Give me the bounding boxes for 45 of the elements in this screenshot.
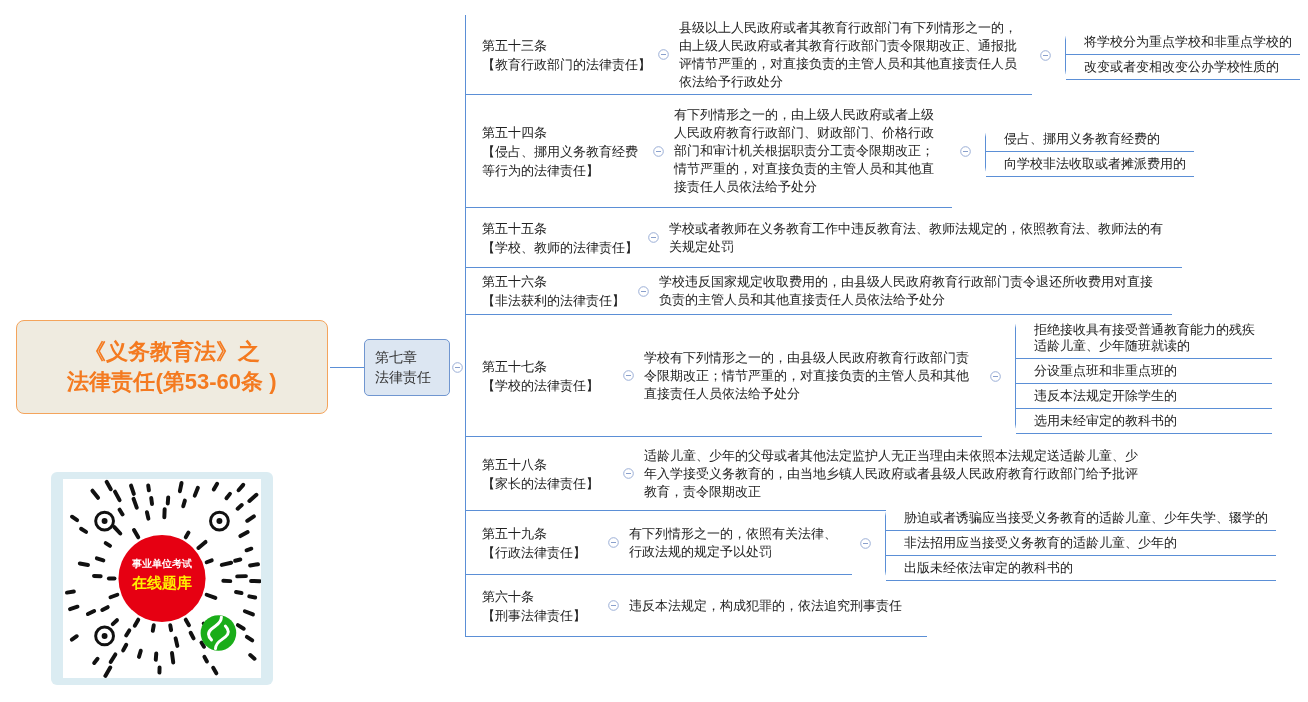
collapse-icon[interactable] (960, 146, 971, 157)
article-number[interactable]: 第五十六条 (482, 272, 547, 291)
collapse-icon[interactable] (638, 285, 649, 297)
qr-caption: 事业单位考试 (131, 557, 193, 571)
article-description[interactable]: 有下列情形之一的，由上级人民政府或者上级人民政府教育行政部门、财政部门、价格行政部门和审计机关根据职责分工责令限期改正；情节严重的，对直接负责的主管人员和其他直接责任人员依法给予处分 (674, 106, 952, 196)
collapse-icon[interactable] (658, 49, 669, 60)
article-title[interactable]: 【侵占、挪用义务教育经费等行为的法律责任】 (482, 141, 647, 180)
collapse-icon[interactable] (452, 362, 463, 373)
qr-label: 在线题库 (131, 574, 193, 593)
collapse-icon[interactable] (860, 537, 871, 549)
article-number[interactable]: 第五十九条 (482, 523, 547, 543)
subtopic[interactable]: 胁迫或者诱骗应当接受义务教育的适龄儿童、少年失学、辍学的 (886, 505, 1276, 531)
collapse-icon[interactable] (623, 468, 634, 479)
article-number[interactable]: 第五十八条 (482, 454, 547, 474)
article-title[interactable]: 【学校、教师的法律责任】 (482, 237, 642, 257)
subtopic[interactable]: 侵占、挪用义务教育经费的 (986, 126, 1194, 152)
collapse-icon[interactable] (648, 232, 659, 243)
collapse-icon[interactable] (990, 370, 1001, 382)
chapter-topic[interactable]: 第七章 法律责任 (364, 339, 450, 396)
article-title[interactable]: 【教育行政部门的法律责任】 (482, 54, 652, 74)
collapse-icon[interactable] (1040, 49, 1051, 61)
article-number[interactable]: 第五十三条 (482, 35, 547, 55)
article-description[interactable]: 违反本法规定，构成犯罪的，依法追究刑事责任 (629, 596, 927, 615)
article-number[interactable]: 第六十条 (482, 586, 534, 606)
article-title[interactable]: 【家长的法律责任】 (482, 473, 617, 493)
article-description[interactable]: 有下列情形之一的，依照有关法律、行政法规的规定予以处罚 (629, 524, 852, 561)
article-title[interactable]: 【刑事法律责任】 (482, 605, 602, 625)
article-description[interactable]: 适龄儿童、少年的父母或者其他法定监护人无正当理由未依照本法规定送适龄儿童、少年入学接受义务教育的，由当地乡镇人民政府或者县级人民政府教育行政部门给予批评教育，责令限期改正 (644, 446, 1157, 501)
article-title[interactable]: 【行政法律责任】 (482, 542, 602, 562)
article-description[interactable]: 学校违反国家规定收取费用的，由县级人民政府教育行政部门责令退还所收费用对直接负责的主管人员和其他直接责任人员依法给予处分 (659, 273, 1172, 309)
article-title[interactable]: 【非法获利的法律责任】 (482, 291, 632, 310)
article-number[interactable]: 第五十四条 (482, 122, 547, 142)
article-description[interactable]: 学校有下列情形之一的，由县级人民政府教育行政部门责令限期改正；情节严重的，对直接负责的主管人员和其他直接责任人员依法给予处分 (644, 348, 982, 403)
article-description[interactable]: 学校或者教师在义务教育工作中违反教育法、教师法规定的，依照教育法、教师法的有关规定处罚 (669, 219, 1182, 256)
collapse-icon[interactable] (608, 600, 619, 611)
subtopic[interactable]: 拒绝接收具有接受普通教育能力的残疾适龄儿童、少年随班就读的 (1016, 318, 1272, 359)
article-description[interactable]: 县级以上人民政府或者其教育行政部门有下列情形之一的，由上级人民政府或者其教育行政部门责令限期改正、通报批评情节严重的，对直接负责的主管人员和其他直接责任人员依法给予行政处分 (679, 18, 1032, 91)
collapse-icon[interactable] (608, 537, 619, 548)
mini-program-logo-icon (200, 615, 237, 651)
article-title[interactable]: 【学校的法律责任】 (482, 375, 617, 395)
collapse-icon[interactable] (623, 370, 634, 381)
collapse-icon[interactable] (653, 145, 664, 157)
article-number[interactable]: 第五十五条 (482, 218, 547, 238)
subtopic[interactable]: 将学校分为重点学校和非重点学校的 (1066, 30, 1300, 55)
article-number[interactable]: 第五十七条 (482, 356, 547, 376)
